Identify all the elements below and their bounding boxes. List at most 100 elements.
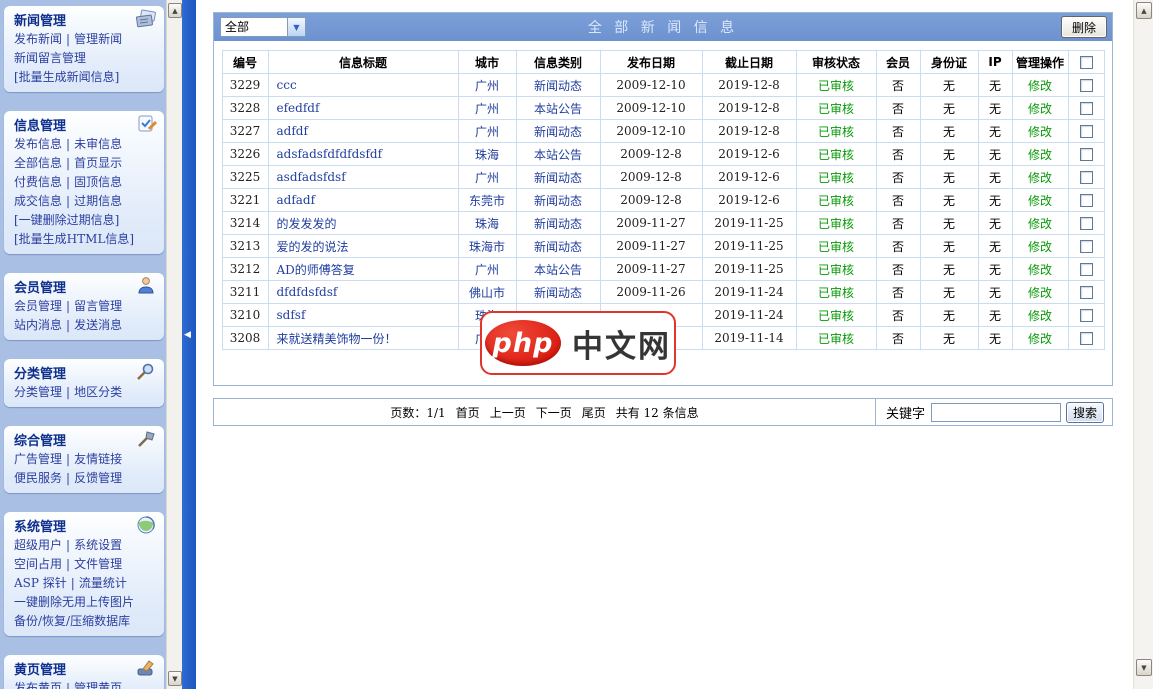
- sidebar-link[interactable]: 广告管理: [14, 452, 62, 466]
- row-checkbox[interactable]: [1079, 125, 1093, 138]
- sidebar-link[interactable]: 发布黄页: [14, 681, 62, 689]
- sidebar-link[interactable]: 分类管理: [14, 385, 62, 399]
- sidebar-link[interactable]: [一键删除过期信息]: [14, 213, 119, 227]
- modify-link[interactable]: 修改: [1028, 79, 1052, 93]
- sidebar-link[interactable]: 友情链接: [74, 452, 122, 466]
- sidebar-link[interactable]: 管理新闻: [74, 32, 122, 46]
- sidebar-link[interactable]: 系统设置: [74, 538, 122, 552]
- pager-link[interactable]: 下一页: [536, 404, 572, 421]
- modify-link[interactable]: 修改: [1028, 171, 1052, 185]
- chevron-down-icon[interactable]: ▼: [288, 17, 306, 37]
- modify-link[interactable]: 修改: [1028, 102, 1052, 116]
- scroll-up-icon[interactable]: ▲: [1136, 2, 1152, 19]
- sidebar-link[interactable]: 地区分类: [74, 385, 122, 399]
- cell-end_date: 2019-11-25: [701, 234, 797, 258]
- sidebar-link[interactable]: 新闻留言管理: [14, 51, 86, 65]
- sidebar-link[interactable]: 站内消息: [14, 318, 62, 332]
- row-checkbox[interactable]: [1079, 79, 1093, 92]
- sidebar-link[interactable]: 过期信息: [74, 194, 122, 208]
- scroll-down-icon[interactable]: ▼: [1136, 659, 1152, 676]
- news-title-link[interactable]: 的发发发的: [277, 217, 337, 231]
- sidebar-link[interactable]: 会员管理: [14, 299, 62, 313]
- sidebar-link[interactable]: 文件管理: [74, 557, 122, 571]
- sidebar-link[interactable]: 备份/恢复/压缩数据库: [14, 614, 130, 628]
- news-title-link[interactable]: adfadf: [277, 193, 316, 207]
- news-title-link[interactable]: adsfadsfdfdfdsfdf: [277, 147, 383, 161]
- cell-id_card: 无: [919, 280, 979, 304]
- sidebar-panel-title: 信息管理: [14, 118, 67, 134]
- modify-link[interactable]: 修改: [1028, 125, 1052, 139]
- sidebar-link[interactable]: ASP 探针: [14, 576, 67, 590]
- modify-link[interactable]: 修改: [1028, 148, 1052, 162]
- sidebar-link[interactable]: 一键删除无用上传图片: [14, 595, 134, 609]
- news-title-link[interactable]: sdfsf: [277, 308, 306, 322]
- sidebar-link[interactable]: 付费信息: [14, 175, 62, 189]
- row-checkbox[interactable]: [1079, 171, 1093, 184]
- sidebar-link[interactable]: 发布信息: [14, 137, 62, 151]
- keyword-label: 关键字: [886, 406, 926, 422]
- news-title-link[interactable]: adfdf: [277, 124, 308, 138]
- pager-link[interactable]: 尾页: [582, 404, 606, 421]
- sidebar-link[interactable]: 留言管理: [74, 299, 122, 313]
- news-title-link[interactable]: asdfadsfdsf: [277, 170, 346, 184]
- news-title-link[interactable]: efedfdf: [277, 101, 320, 115]
- row-checkbox[interactable]: [1079, 217, 1093, 230]
- pager-link[interactable]: 首页: [456, 404, 480, 421]
- sidebar-link[interactable]: 发送消息: [74, 318, 122, 332]
- modify-link[interactable]: 修改: [1028, 194, 1052, 208]
- sidebar-link[interactable]: 便民服务: [14, 471, 62, 485]
- scroll-up-icon[interactable]: ▲: [168, 3, 182, 18]
- news-title-link[interactable]: ccc: [277, 78, 297, 92]
- sidebar-link[interactable]: 管理黄页: [74, 681, 122, 689]
- row-checkbox[interactable]: [1079, 309, 1093, 322]
- keyword-input[interactable]: [931, 402, 1062, 422]
- sidebar-link[interactable]: 发布新闻: [14, 32, 62, 46]
- select-all-checkbox[interactable]: [1079, 56, 1093, 69]
- news-title-link[interactable]: 爱的发的说法: [277, 240, 349, 254]
- sidebar-link[interactable]: 流量统计: [79, 576, 127, 590]
- sidebar-collapse-bar[interactable]: ◀: [182, 0, 196, 689]
- sidebar-link[interactable]: 首页显示: [74, 156, 122, 170]
- sidebar-link[interactable]: 全部信息: [14, 156, 62, 170]
- category-select[interactable]: 全部 ▼: [220, 17, 306, 37]
- news-title-link[interactable]: 来就送精美饰物一份！: [277, 332, 397, 346]
- sidebar-scrollbar[interactable]: ▲ ▼: [166, 0, 182, 689]
- search-button[interactable]: 搜索: [1066, 401, 1105, 423]
- modify-link[interactable]: 修改: [1028, 309, 1052, 323]
- pager-link[interactable]: 上一页: [490, 404, 526, 421]
- main-scrollbar[interactable]: ▲ ▼: [1133, 0, 1153, 689]
- sidebar-link[interactable]: [批量生成HTML信息]: [14, 232, 134, 246]
- modify-link[interactable]: 修改: [1028, 240, 1052, 254]
- news-title-link[interactable]: dfdfdsfdsf: [277, 285, 338, 299]
- cell-id: 3213: [221, 234, 269, 258]
- sidebar-item-row: 备份/恢复/压缩数据库: [4, 612, 164, 631]
- cell-id: 3226: [221, 142, 269, 166]
- row-checkbox[interactable]: [1079, 102, 1093, 115]
- modify-link[interactable]: 修改: [1028, 332, 1052, 346]
- sidebar-panel-misc: 综合管理 广告管理 | 友情链接 便民服务 | 反馈管理: [4, 426, 164, 493]
- modify-link[interactable]: 修改: [1028, 217, 1052, 231]
- row-checkbox[interactable]: [1079, 148, 1093, 161]
- row-checkbox-cell: [1067, 234, 1105, 258]
- row-checkbox[interactable]: [1079, 263, 1093, 276]
- news-title-link[interactable]: AD的师傅答复: [277, 263, 355, 277]
- row-checkbox[interactable]: [1079, 240, 1093, 253]
- delete-button[interactable]: 删除: [1061, 16, 1107, 38]
- sidebar-link[interactable]: 固顶信息: [74, 175, 122, 189]
- row-checkbox[interactable]: [1079, 194, 1093, 207]
- row-checkbox[interactable]: [1079, 332, 1093, 345]
- row-checkbox-cell: [1067, 280, 1105, 304]
- sidebar-link[interactable]: 超级用户: [14, 538, 62, 552]
- sidebar-link[interactable]: [批量生成新闻信息]: [14, 70, 119, 84]
- separator: |: [70, 576, 75, 590]
- sidebar-link[interactable]: 反馈管理: [74, 471, 122, 485]
- row-checkbox[interactable]: [1079, 286, 1093, 299]
- modify-link[interactable]: 修改: [1028, 263, 1052, 277]
- category-select-value[interactable]: 全部: [220, 17, 288, 37]
- scroll-down-icon[interactable]: ▼: [168, 671, 182, 686]
- sidebar-link[interactable]: 空间占用: [14, 557, 62, 571]
- sidebar-link[interactable]: 成交信息: [14, 194, 62, 208]
- modify-link[interactable]: 修改: [1028, 286, 1052, 300]
- sidebar-link[interactable]: 未审信息: [74, 137, 122, 151]
- collapse-left-icon[interactable]: ◀: [184, 330, 191, 340]
